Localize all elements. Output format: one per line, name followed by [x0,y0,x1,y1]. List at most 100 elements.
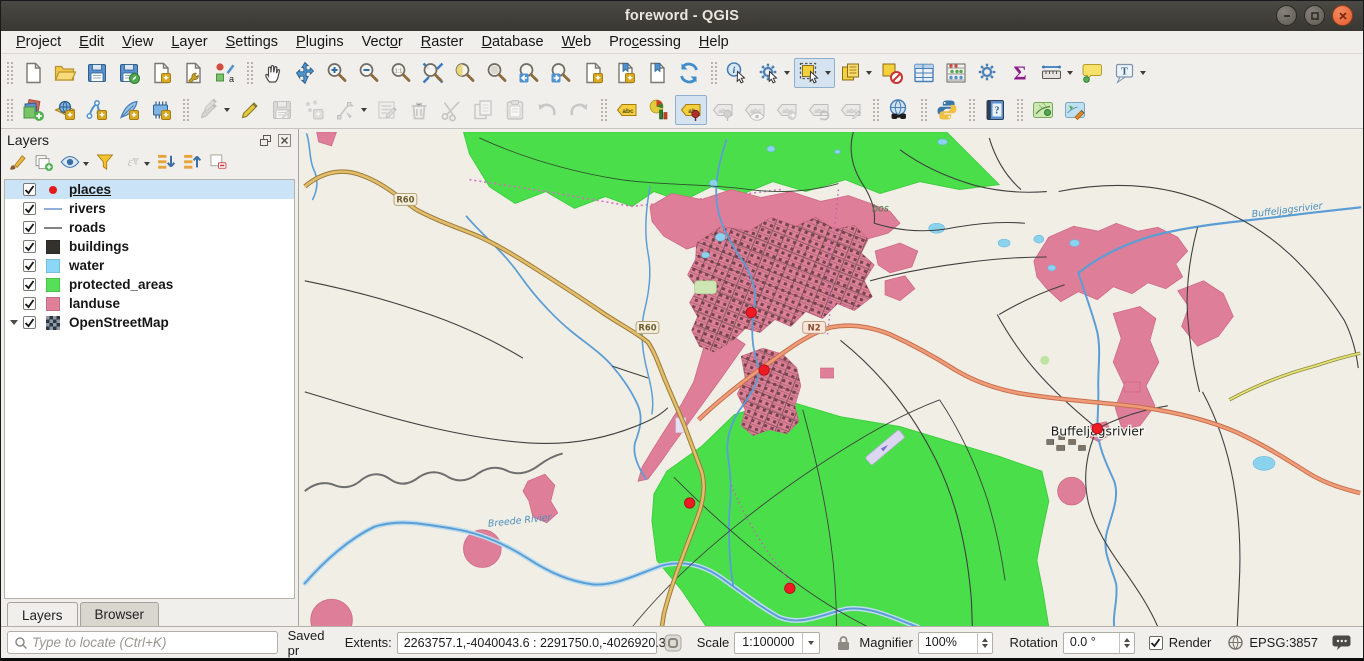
toolbar-grip[interactable] [872,98,880,122]
zoom-native-button[interactable]: 1:1 [385,58,417,88]
dock-tab-browser[interactable]: Browser [80,602,160,627]
layer-tree[interactable]: placesriversroadsbuildingswaterprotected… [4,179,295,599]
save-layer-edits-button[interactable] [266,95,298,125]
toggle-editing-button[interactable] [234,95,266,125]
layer-checkbox[interactable] [23,202,36,215]
layer-row-water[interactable]: water [5,256,294,275]
open-project-button[interactable] [49,58,81,88]
extents-toggle-button[interactable] [663,633,683,653]
layer-row-openstreetmap[interactable]: OpenStreetMap [5,313,294,332]
layer-row-places[interactable]: places [5,180,294,199]
show-bookmarks-button[interactable] [609,58,641,88]
new-shapefile-layer-button[interactable] [81,95,113,125]
toolbar-grip[interactable] [6,98,14,122]
layer-checkbox[interactable] [23,297,36,310]
cut-features-button[interactable] [435,95,467,125]
python-console-button[interactable] [931,95,963,125]
float-panel-button[interactable] [258,133,273,147]
menu-item-vector[interactable]: Vector [353,32,412,52]
place-marker[interactable] [759,365,769,375]
toolbar-grip[interactable] [6,61,14,85]
delete-selected-button[interactable] [403,95,435,125]
close-button[interactable] [1332,5,1353,26]
show-hidden-labels-button[interactable]: abc [739,95,771,125]
title-bar[interactable]: foreword - QGIS [1,1,1363,31]
lock-scale-button[interactable] [836,635,851,651]
attribute-table-button[interactable] [908,58,940,88]
text-annotation-button[interactable]: T [1109,58,1150,88]
zoom-next-button[interactable] [545,58,577,88]
add-group-button[interactable] [32,151,56,178]
layer-row-roads[interactable]: roads [5,218,294,237]
menu-item-help[interactable]: Help [690,32,738,52]
menu-item-edit[interactable]: Edit [70,32,113,52]
place-marker[interactable] [1092,423,1102,433]
menu-item-raster[interactable]: Raster [412,32,473,52]
statistical-summary-button[interactable]: Σ [1004,58,1036,88]
move-label-button[interactable]: abc [771,95,803,125]
current-edits-button[interactable] [193,95,234,125]
layer-labeling-button[interactable]: abc [611,95,643,125]
new-print-layout-button[interactable] [145,58,177,88]
layer-checkbox[interactable] [23,221,36,234]
menu-item-project[interactable]: Project [7,32,70,52]
deselect-features-button[interactable] [876,58,908,88]
magnifier-spinbox[interactable]: 100% [918,632,994,654]
expand-arrow-icon[interactable] [5,320,23,325]
toolbar-grip[interactable] [246,61,254,85]
new-geopackage-layer-button[interactable] [49,95,81,125]
rotate-label-button[interactable]: abc [803,95,835,125]
dropdown-arrow-icon[interactable] [825,71,831,75]
layer-row-rivers[interactable]: rivers [5,199,294,218]
layer-row-protected_areas[interactable]: protected_areas [5,275,294,294]
data-source-manager-button[interactable] [17,95,49,125]
menu-item-processing[interactable]: Processing [600,32,690,52]
extents-value[interactable]: 2263757.1,-4040043.6 : 2291750.0,-402692… [397,632,657,654]
pan-map-button[interactable] [257,58,289,88]
zoom-last-button[interactable] [513,58,545,88]
dropdown-arrow-icon[interactable] [361,108,367,112]
locate-input[interactable] [32,635,271,650]
locate-bar[interactable] [7,631,278,654]
style-manager-button[interactable]: a [209,58,241,88]
maximize-button[interactable] [1304,5,1325,26]
messages-button[interactable] [1332,634,1353,651]
map-tips-button[interactable] [1077,58,1109,88]
zoom-to-layer-button[interactable] [449,58,481,88]
new-bookmark-button[interactable] [577,58,609,88]
layer-diagram-button[interactable] [643,95,675,125]
layer-checkbox[interactable] [23,316,36,329]
menu-item-settings[interactable]: Settings [217,32,287,52]
scale-combo[interactable]: 1:100000 [734,632,820,654]
zoom-full-button[interactable] [417,58,449,88]
new-project-button[interactable] [17,58,49,88]
undo-button[interactable] [531,95,563,125]
expand-all-button[interactable] [154,151,178,178]
magnifier-spin-buttons[interactable] [977,633,992,653]
dropdown-arrow-icon[interactable] [144,162,150,166]
identify-features-button[interactable]: i [721,58,753,88]
toolbar-grip[interactable] [920,98,928,122]
measure-button[interactable] [1036,58,1077,88]
toolbar-grip[interactable] [968,98,976,122]
pan-to-selection-button[interactable] [289,58,321,88]
menu-item-web[interactable]: Web [553,32,601,52]
plugin-map-button[interactable] [1027,95,1059,125]
render-checkbox[interactable] [1149,636,1163,650]
place-marker[interactable] [746,307,756,317]
menu-item-plugins[interactable]: Plugins [287,32,353,52]
help-contents-button[interactable]: ? [979,95,1011,125]
layer-checkbox[interactable] [23,240,36,253]
toolbar-grip[interactable] [710,61,718,85]
filter-legend-button[interactable] [93,151,117,178]
dropdown-arrow-icon[interactable] [83,162,89,166]
menu-item-layer[interactable]: Layer [162,32,216,52]
toolbar-grip[interactable] [1016,98,1024,122]
select-by-value-button[interactable] [835,58,876,88]
highlight-pinned-labels-button[interactable]: abc [707,95,739,125]
vertex-tool-button[interactable] [330,95,371,125]
metasearch-button[interactable] [883,95,915,125]
paste-features-button[interactable] [499,95,531,125]
multiedit-attributes-button[interactable] [371,95,403,125]
layer-row-buildings[interactable]: buildings [5,237,294,256]
